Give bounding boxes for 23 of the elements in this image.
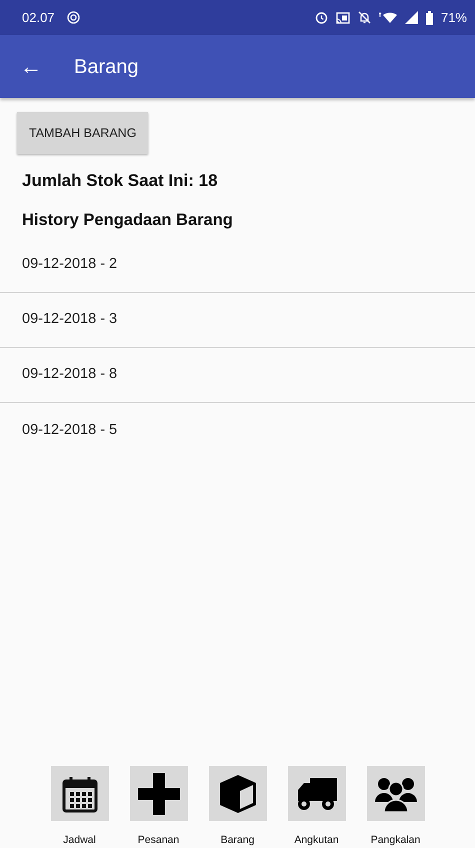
cube-icon <box>218 774 256 814</box>
muted-bell-icon <box>358 11 371 24</box>
calendar-icon <box>62 774 98 812</box>
add-item-button[interactable]: TAMBAH BARANG <box>17 112 148 154</box>
history-item[interactable]: 09-12-2018 - 8 <box>0 348 475 404</box>
battery-percent: 71% <box>440 8 467 27</box>
clock: 02.07 <box>22 8 55 27</box>
alarm-icon <box>314 11 328 24</box>
plus-icon <box>138 772 180 814</box>
stock-count: Jumlah Stok Saat Ini: 18 <box>22 170 219 192</box>
history-heading: History Pengadaan Barang <box>22 210 234 230</box>
truck-icon <box>296 776 338 812</box>
group-icon <box>374 776 416 812</box>
history-item[interactable]: 09-12-2018 - 2 <box>0 238 475 294</box>
wifi-icon <box>378 11 397 24</box>
back-button[interactable]: ← <box>20 50 42 83</box>
battery-icon <box>426 10 433 24</box>
screen-title: Barang <box>74 54 138 80</box>
history-item[interactable]: 09-12-2018 - 5 <box>0 403 475 458</box>
signal-icon <box>404 11 418 24</box>
location-icon <box>66 11 80 24</box>
cast-icon <box>336 12 350 24</box>
history-item[interactable]: 09-12-2018 - 3 <box>0 293 475 348</box>
